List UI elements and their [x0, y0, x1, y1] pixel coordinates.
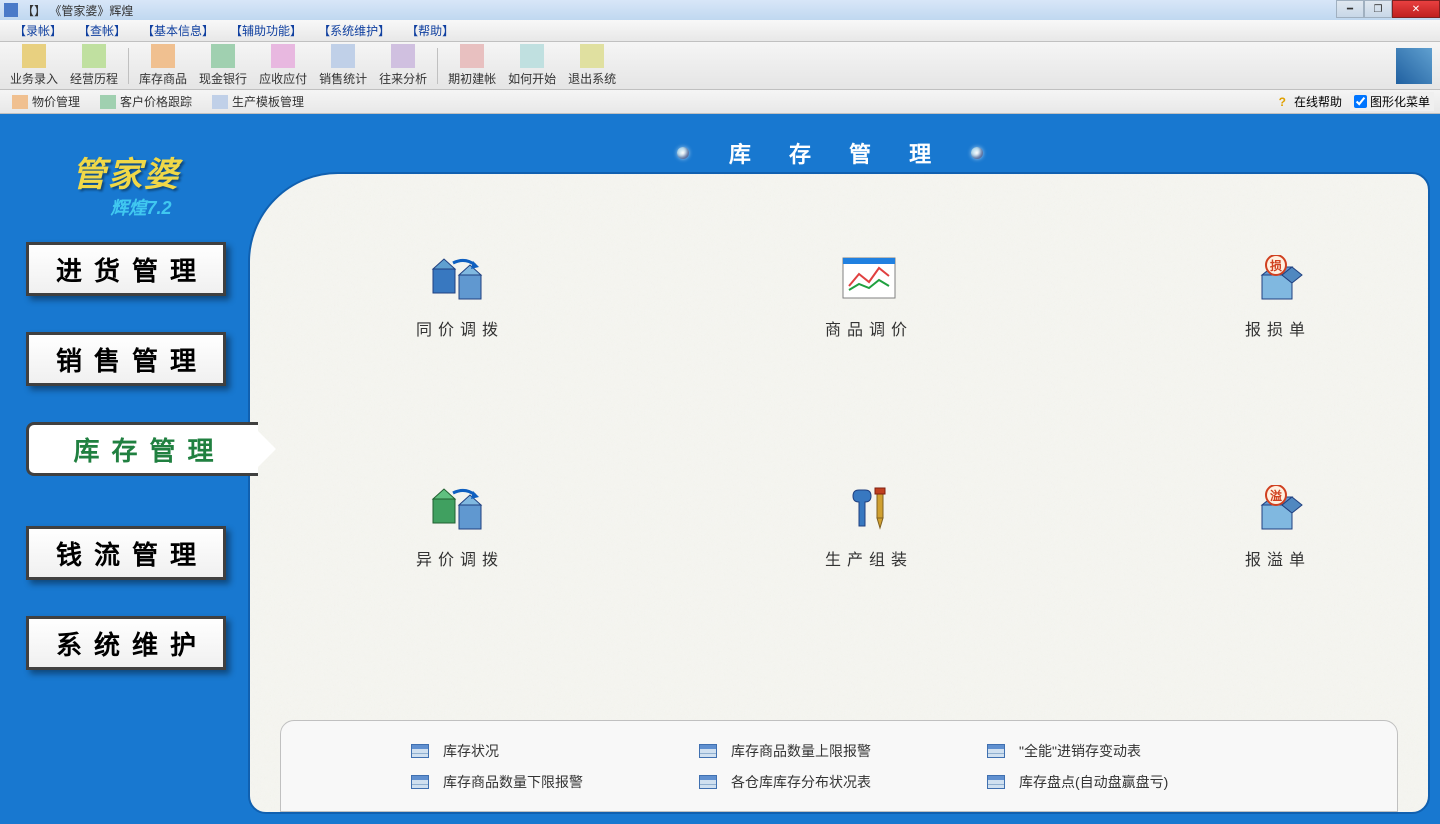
tool-exit[interactable]: 退出系统: [562, 42, 622, 89]
window-title: 【】 《管家婆》辉煌: [22, 2, 133, 19]
menu-record[interactable]: 【录帐】: [6, 20, 70, 41]
menu-aux[interactable]: 【辅助功能】: [222, 20, 310, 41]
customer-icon: [100, 95, 116, 109]
decoration-gem-icon: [677, 147, 689, 159]
tool-how-to-start[interactable]: 如何开始: [502, 42, 562, 89]
online-help-link[interactable]: 在线帮助: [1294, 93, 1342, 110]
icon-overflow-report[interactable]: 溢 报溢单: [1188, 484, 1368, 570]
table-icon: [987, 744, 1005, 758]
exit-icon: [580, 44, 604, 68]
menubar: 【录帐】 【查帐】 【基本信息】 【辅助功能】 【系统维护】 【帮助】: [0, 20, 1440, 42]
separator: [437, 48, 438, 84]
toolbar: 业务录入 经营历程 库存商品 现金银行 应收应付 销售统计 往来分析 期初建帐 …: [0, 42, 1440, 90]
menu-query[interactable]: 【查帐】: [70, 20, 134, 41]
tool-cash-bank[interactable]: 现金银行: [193, 42, 253, 89]
tool-business-entry[interactable]: 业务录入: [4, 42, 64, 89]
menu-basic-info[interactable]: 【基本信息】: [134, 20, 222, 41]
logo-area: 管家婆 辉煌7.2: [4, 138, 248, 228]
icon-diff-price-transfer[interactable]: 异价调拨: [370, 484, 550, 570]
bottom-row-2: 库存商品数量下限报警 各仓库库存分布状况表 库存盘点(自动盘赢盘亏): [411, 772, 1267, 792]
nav-money[interactable]: 钱流管理: [26, 526, 226, 580]
bottom-panel: 库存状况 库存商品数量上限报警 "全能"进销存变动表 库存商品数量下限报警 各仓…: [280, 720, 1398, 812]
page-title: 库 存 管 理: [729, 137, 947, 169]
nav-maint[interactable]: 系统维护: [26, 616, 226, 670]
sub-template[interactable]: 生产模板管理: [206, 91, 310, 112]
tool-sales-stats[interactable]: 销售统计: [313, 42, 373, 89]
subtoolbar: 物价管理 客户价格跟踪 生产模板管理 ? 在线帮助 图形化菜单: [0, 90, 1440, 114]
decoration-gem-icon: [971, 147, 983, 159]
icon-price-adjust[interactable]: 商品调价: [779, 254, 959, 340]
link-inventory-status[interactable]: 库存状况: [411, 741, 691, 761]
icon-grid-row2: 异价调拨 生产组装 溢 报溢单: [370, 484, 1368, 570]
loss-box-icon: 损: [1246, 254, 1310, 302]
contacts-icon: [391, 44, 415, 68]
cube-logo-icon: [1396, 48, 1432, 84]
chart-icon: [331, 44, 355, 68]
table-icon: [411, 744, 429, 758]
link-lower-limit-alarm[interactable]: 库存商品数量下限报警: [411, 772, 691, 792]
app-icon: [4, 3, 18, 17]
icon-grid-row1: 同价调拨 商品调价 损 报损单: [370, 254, 1368, 340]
sub-customer-price[interactable]: 客户价格跟踪: [94, 91, 198, 112]
price-icon: [12, 95, 28, 109]
receivable-icon: [271, 44, 295, 68]
warehouse-transfer-icon: [428, 254, 492, 302]
tool-receivable[interactable]: 应收应付: [253, 42, 313, 89]
nav-purchase[interactable]: 进货管理: [26, 242, 226, 296]
warehouse-transfer2-icon: [428, 484, 492, 532]
help-icon: ?: [1279, 95, 1286, 109]
link-upper-limit-alarm[interactable]: 库存商品数量上限报警: [699, 741, 979, 761]
window-controls: ━ ❐ ✕: [1336, 0, 1440, 18]
titlebar: 【】 《管家婆》辉煌 ━ ❐ ✕: [0, 0, 1440, 20]
subtoolbar-right: ? 在线帮助 图形化菜单: [1279, 92, 1434, 111]
document-icon: [22, 44, 46, 68]
tool-inventory-goods[interactable]: 库存商品: [133, 42, 193, 89]
icon-same-price-transfer[interactable]: 同价调拨: [370, 254, 550, 340]
clock-icon: [460, 44, 484, 68]
nav-sales[interactable]: 销售管理: [26, 332, 226, 386]
graphic-menu-input[interactable]: [1354, 95, 1367, 108]
money-icon: [211, 44, 235, 68]
tool-history[interactable]: 经营历程: [64, 42, 124, 89]
bottom-row-1: 库存状况 库存商品数量上限报警 "全能"进销存变动表: [411, 741, 1267, 761]
question-icon: [520, 44, 544, 68]
sidebar: 管家婆 辉煌7.2 进货管理 销售管理 库存管理 钱流管理 系统维护: [4, 128, 248, 824]
tools-icon: [837, 484, 901, 532]
main-area: 库 存 管 理 同价调拨 商品调价 损 报损单: [0, 114, 1440, 824]
svg-text:溢: 溢: [1270, 488, 1282, 503]
svg-text:损: 损: [1270, 258, 1282, 273]
table-icon: [699, 775, 717, 789]
separator: [128, 48, 129, 84]
table-icon: [699, 744, 717, 758]
graphic-menu-checkbox[interactable]: 图形化菜单: [1350, 92, 1434, 111]
link-warehouse-dist[interactable]: 各仓库库存分布状况表: [699, 772, 979, 792]
close-button[interactable]: ✕: [1392, 0, 1440, 18]
menu-help[interactable]: 【帮助】: [398, 20, 462, 41]
menu-maint[interactable]: 【系统维护】: [310, 20, 398, 41]
minimize-button[interactable]: ━: [1336, 0, 1364, 18]
table-icon: [987, 775, 1005, 789]
icon-production[interactable]: 生产组装: [779, 484, 959, 570]
link-inventory-count[interactable]: 库存盘点(自动盘赢盘亏): [987, 772, 1267, 792]
tool-contacts[interactable]: 往来分析: [373, 42, 433, 89]
link-all-change[interactable]: "全能"进销存变动表: [987, 741, 1267, 761]
box-icon: [151, 44, 175, 68]
nav-inventory[interactable]: 库存管理: [26, 422, 258, 476]
content-panel: 同价调拨 商品调价 损 报损单 异价调拨: [248, 172, 1430, 814]
header-banner: 库 存 管 理: [230, 128, 1430, 178]
price-chart-icon: [837, 254, 901, 302]
template-icon: [212, 95, 228, 109]
sub-price-mgmt[interactable]: 物价管理: [6, 91, 86, 112]
overflow-box-icon: 溢: [1246, 484, 1310, 532]
table-icon: [411, 775, 429, 789]
history-icon: [82, 44, 106, 68]
maximize-button[interactable]: ❐: [1364, 0, 1392, 18]
logo-sub: 辉煌7.2: [110, 194, 171, 220]
icon-loss-report[interactable]: 损 报损单: [1188, 254, 1368, 340]
tool-initial[interactable]: 期初建帐: [442, 42, 502, 89]
logo-main: 管家婆: [72, 147, 180, 196]
